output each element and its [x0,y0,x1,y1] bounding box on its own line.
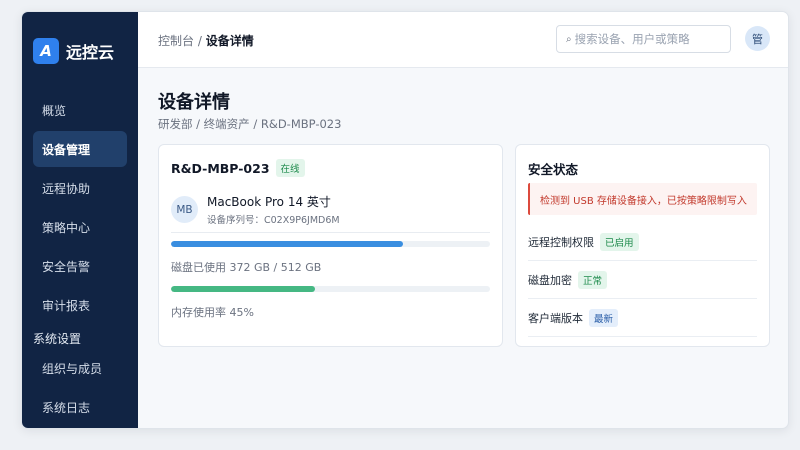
sidebar-item-policy-center[interactable]: 策略中心 [33,209,127,245]
security-row-label: 磁盘加密 [528,273,572,287]
security-row-label: 客户端版本 [528,311,583,325]
user-avatar[interactable]: 管 [745,26,770,51]
breadcrumb: 控制台 / 设备详情 [158,32,254,49]
disk-usage-label: 磁盘已使用 372 GB / 512 GB [171,261,322,274]
security-row-disk-encryption: 磁盘加密 正常 [528,261,757,299]
memory-usage-bar [171,286,490,292]
device-meta: MacBook Pro 14 英寸 设备序列号：C02X9P6JMD6M [198,193,340,226]
device-card: R&D-MBP-023 在线 MB MacBook Pro 14 英寸 设备序列… [158,144,503,347]
sidebar: A 远控云 概览 设备管理 远程协助 策略中心 安全告警 审计报表 系统设置 组… [22,12,138,428]
top-header: 控制台 / 设备详情 ⌕ 搜索设备、用户或策略 管 [138,12,788,68]
search-input[interactable]: ⌕ 搜索设备、用户或策略 [556,25,731,53]
sidebar-item-device-management[interactable]: 设备管理 [33,131,127,167]
app-window: A 远控云 概览 设备管理 远程协助 策略中心 安全告警 审计报表 系统设置 组… [21,11,789,429]
sidebar-section-system-settings: 系统设置 [33,332,82,346]
security-row-label: 远程控制权限 [528,235,594,249]
security-title: 安全状态 [528,162,579,177]
sidebar-item-system-logs[interactable]: 系统日志 [33,389,127,425]
memory-usage-fill [171,286,315,292]
device-avatar: MB [171,196,198,223]
sidebar-item-security-alerts[interactable]: 安全告警 [33,248,127,284]
device-title: R&D-MBP-023 在线 [171,159,305,177]
status-badge: 已启用 [600,232,639,251]
sidebar-item-audit-reports[interactable]: 审计报表 [33,287,127,323]
breadcrumb-separator: / [197,34,202,48]
security-card: 安全状态 检测到 USB 存储设备接入，已按策略限制写入 远程控制权限 已启用 … [515,144,770,347]
search-placeholder: 搜索设备、用户或策略 [574,32,690,46]
device-model: MacBook Pro 14 英寸 [207,195,331,209]
security-row-client-version: 客户端版本 最新 [528,299,757,337]
sidebar-item-org-members[interactable]: 组织与成员 [33,350,127,386]
breadcrumb-current: 设备详情 [205,34,254,48]
divider [171,232,490,233]
brand[interactable]: A 远控云 [33,38,114,64]
brand-logo-icon: A [33,38,59,64]
disk-usage-bar [171,241,490,247]
breadcrumb-parent[interactable]: 控制台 [158,34,194,48]
brand-name: 远控云 [66,43,115,62]
usb-alert: 检测到 USB 存储设备接入，已按策略限制写入 [528,183,757,215]
sidebar-item-overview[interactable]: 概览 [33,92,127,128]
status-badge: 正常 [578,270,608,289]
page-path: 研发部 / 终端资产 / R&D-MBP-023 [158,117,342,131]
device-name: R&D-MBP-023 [171,160,270,176]
memory-usage-label: 内存使用率 45% [171,306,254,319]
security-row-remote-control: 远程控制权限 已启用 [528,223,757,261]
device-serial: 设备序列号：C02X9P6JMD6M [207,215,340,226]
sidebar-item-remote-assist[interactable]: 远程协助 [33,170,127,206]
device-info: MB MacBook Pro 14 英寸 设备序列号：C02X9P6JMD6M [171,193,340,226]
status-badge: 最新 [589,308,619,327]
disk-usage-fill [171,241,403,247]
search-icon: ⌕ [566,33,572,45]
online-status-badge: 在线 [275,159,305,177]
page-title: 设备详情 [158,92,230,113]
